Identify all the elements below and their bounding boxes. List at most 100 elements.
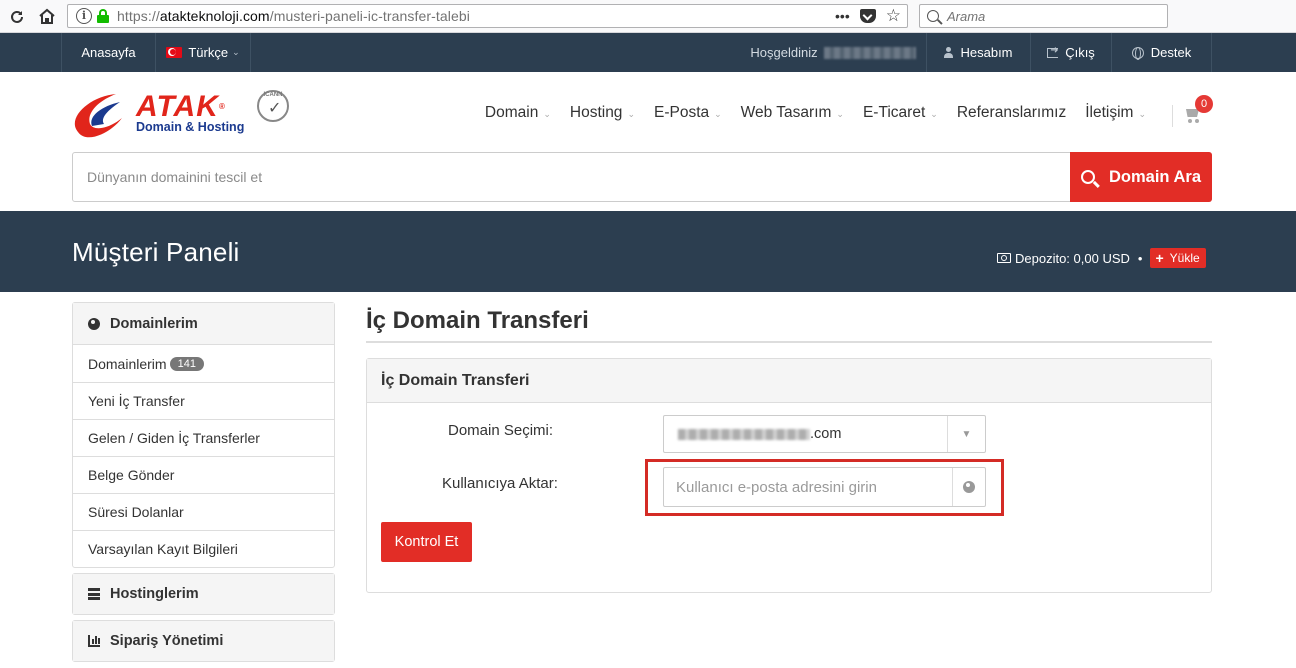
nav-domain-label: Domain [484,104,539,121]
nav-web-tasarim-label: Web Tasarım [740,104,832,121]
browser-search-input[interactable]: Arama [919,4,1168,28]
sidebar-item-belge-gonder[interactable]: Belge Gönder [73,456,334,493]
main-content: İç Domain Transferi İç Domain Transferi … [366,302,1212,593]
server-icon [88,588,100,600]
user-email-input[interactable]: Kullanıcı e-posta adresini girin [663,467,986,507]
cart-count-badge: 0 [1195,95,1213,113]
topbar-home-link[interactable]: Anasayfa [61,33,156,72]
panel-title: Müşteri Paneli [72,237,240,267]
dropdown-arrow-icon[interactable]: ▼ [947,416,985,452]
sidebar-item-gelen-giden[interactable]: Gelen / Giden İç Transferler [73,419,334,456]
globe-icon [88,317,100,330]
sidebar-item-domainlerim[interactable]: Domainlerim 141 [73,345,334,382]
hosting-panel-header[interactable]: Hostinglerim [73,574,334,614]
top-utility-bar: Anasayfa Türkçe ⌄ Hoşgeldiniz Hesabım Çı… [0,33,1296,72]
bar-chart-icon [88,635,100,647]
user-email-placeholder: Kullanıcı e-posta adresini girin [676,478,877,496]
orders-panel-title: Sipariş Yönetimi [110,633,224,649]
nav-domain[interactable]: Domain ⌄ [485,104,551,122]
nav-referanslar-label: Referanslarımız [956,104,1067,121]
logo-name: ATAK [136,90,219,123]
site-header: ATAK® Domain & Hosting ICANN Domain ⌄ Hos… [0,72,1296,154]
search-icon [927,10,939,22]
account-link[interactable]: Hesabım [927,33,1031,72]
nav-hosting[interactable]: Hosting ⌄ [570,104,635,122]
nav-referanslar[interactable]: Referanslarımız [957,104,1066,122]
browser-search-placeholder: Arama [947,8,986,24]
lock-icon[interactable] [97,9,109,23]
card-title: İç Domain Transferi [367,359,1211,403]
page-actions-icon[interactable]: ••• [835,8,850,24]
hosting-panel: Hostinglerim [72,573,335,615]
language-label: Türkçe [188,45,229,60]
orders-panel-header[interactable]: Sipariş Yönetimi [73,621,334,661]
nav-eticaret-label: E-Ticaret [862,104,926,121]
orders-panel: Sipariş Yönetimi [72,620,335,662]
user-icon [944,47,954,58]
domain-search-form: Dünyanın domainini tescil et Domain Ara [72,152,1212,202]
reload-icon[interactable] [6,6,28,28]
icann-label: ICANN [263,92,283,98]
nav-eticaret[interactable]: E-Ticaret ⌄ [863,104,938,122]
domain-suffix: .com [810,426,842,442]
domain-select-label: Domain Seçimi: [448,422,554,439]
nav-web-tasarim[interactable]: Web Tasarım ⌄ [741,104,844,122]
home-icon[interactable] [36,5,58,27]
welcome-text: Hoşgeldiniz [740,33,927,72]
sidebar-item-suresi-dolanlar[interactable]: Süresi Dolanlar [73,493,334,530]
pocket-icon[interactable] [859,9,876,23]
deposit-info: Depozito: 0,00 USD • + Yükle [997,248,1206,268]
logout-link[interactable]: Çıkış [1031,33,1112,72]
account-label: Hesabım [960,45,1013,60]
nav-iletisim[interactable]: İletişim ⌄ [1085,104,1146,122]
url-text: https://atakteknoloji.com/musteri-paneli… [117,8,470,24]
logout-label: Çıkış [1065,45,1095,60]
hosting-panel-title: Hostinglerim [110,586,199,602]
chevron-down-icon: ⌄ [627,109,635,119]
topbar-home-label: Anasayfa [81,45,136,60]
info-icon[interactable]: i [76,8,92,24]
globe-icon [963,481,975,493]
language-dropdown[interactable]: Türkçe ⌄ [156,33,251,72]
domain-search-input[interactable]: Dünyanın domainini tescil et [73,153,1070,201]
sidebar-item-label: Süresi Dolanlar [88,504,184,520]
deposit-label: Depozito: 0,00 USD [1015,250,1130,266]
bookmark-star-icon[interactable]: ☆ [886,6,901,26]
domain-select-value: .com [664,426,947,442]
domain-search-placeholder: Dünyanın domainini tescil et [87,169,263,185]
url-bar[interactable]: i https://atakteknoloji.com/musteri-pane… [67,4,908,28]
sidebar: Domainlerim Domainlerim 141 Yeni İç Trans… [72,302,335,667]
nav-eposta[interactable]: E-Posta ⌄ [654,104,722,122]
plus-icon: + [1155,249,1164,266]
turkey-flag-icon [166,47,183,58]
separator-dot: • [1137,250,1143,266]
sidebar-item-varsayilan-kayit[interactable]: Varsayılan Kayıt Bilgileri [73,530,334,567]
sidebar-item-label: Domainlerim [88,355,167,372]
domains-panel: Domainlerim Domainlerim 141 Yeni İç Trans… [72,302,335,568]
domain-select[interactable]: .com ▼ [663,415,986,453]
sidebar-item-label: Yeni İç Transfer [88,393,185,409]
chevron-down-icon: ⌄ [714,109,722,119]
sidebar-item-label: Varsayılan Kayıt Bilgileri [88,541,238,557]
nav-eposta-label: E-Posta [653,104,710,121]
nav-hosting-label: Hosting [569,104,623,121]
domains-panel-header[interactable]: Domainlerim [73,303,334,345]
topup-label: Yükle [1169,251,1200,265]
atak-logo[interactable]: ATAK® Domain & Hosting ICANN [70,88,290,138]
sidebar-item-label: Belge Gönder [88,467,175,483]
chevron-down-icon: ⌄ [1138,109,1146,119]
money-icon [997,253,1011,263]
sidebar-item-yeni-ic-transfer[interactable]: Yeni İç Transfer [73,382,334,419]
domain-name-redacted [678,428,810,440]
main-navigation: Domain ⌄ Hosting ⌄ E-Posta ⌄ Web Tasarım ⌄ E… [485,72,1146,154]
username-redacted [823,46,916,59]
domain-search-button[interactable]: Domain Ara [1070,152,1212,202]
logo-tagline: Domain & Hosting [136,120,245,134]
support-link[interactable]: Destek [1112,33,1212,72]
logo-swoosh-icon [74,94,122,138]
topup-button[interactable]: + Yükle [1150,248,1206,268]
chevron-down-icon: ⌄ [930,109,938,119]
check-button[interactable]: Kontrol Et [381,522,472,562]
page-title: İç Domain Transferi [366,302,1212,343]
domains-panel-title: Domainlerim [110,315,198,332]
